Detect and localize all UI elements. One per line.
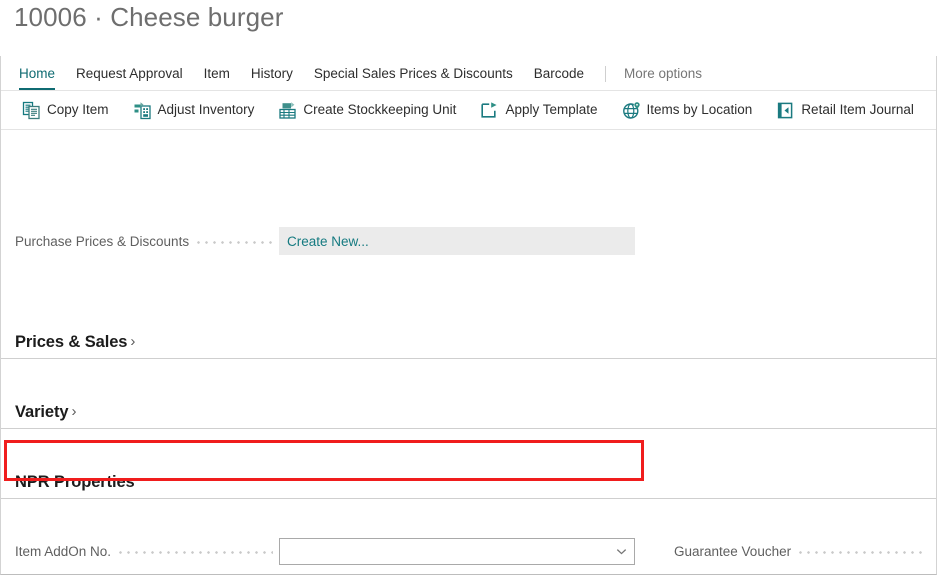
field-label: Guarantee Voucher xyxy=(674,543,792,559)
leader-dots xyxy=(799,544,924,558)
nav-tabs: Home Request Approval Item History Speci… xyxy=(1,56,936,91)
page-frame: Home Request Approval Item History Speci… xyxy=(0,56,937,575)
copy-item-icon xyxy=(22,101,41,120)
item-card-page: 10006 · Cheese burger Home Request Appro… xyxy=(0,0,937,575)
npr-right-column: Guarantee Voucher No Print on Reciept Ti… xyxy=(674,532,924,575)
create-new-link[interactable]: Create New... xyxy=(287,234,369,249)
items-by-location-label: Items by Location xyxy=(646,102,753,117)
retail-item-journal-button[interactable]: Retail Item Journal xyxy=(776,101,914,120)
tab-history[interactable]: History xyxy=(251,66,293,90)
section-npr-properties[interactable]: NPR Properties xyxy=(1,462,936,499)
tab-more-options[interactable]: More options xyxy=(624,66,702,90)
leader-dots xyxy=(119,545,273,558)
tab-item[interactable]: Item xyxy=(204,66,230,90)
field-label: Item AddOn No. xyxy=(15,544,112,559)
adjust-inventory-icon xyxy=(133,101,152,120)
adjust-inventory-label: Adjust Inventory xyxy=(157,102,255,117)
items-by-location-button[interactable]: Items by Location xyxy=(622,101,753,120)
field-rest-item-routing-profile: Rest. Item Routing Profile BBL-BURGER xyxy=(15,571,635,575)
section-prices-and-sales[interactable]: Prices & Sales › xyxy=(1,322,936,359)
chevron-right-icon: › xyxy=(130,333,136,350)
section-title: Prices & Sales xyxy=(15,333,128,351)
field-no-print-on-reciept[interactable]: No Print on Reciept xyxy=(674,570,924,575)
nav-divider xyxy=(605,66,607,82)
tab-request-approval[interactable]: Request Approval xyxy=(76,66,183,90)
adjust-inventory-button[interactable]: Adjust Inventory xyxy=(133,101,255,120)
npr-left-column: Item AddOn No. Rest. Item Routing Profil… xyxy=(15,532,635,575)
tab-home[interactable]: Home xyxy=(19,66,56,90)
section-title: Variety xyxy=(15,403,69,421)
tab-special-sales-prices-discounts[interactable]: Special Sales Prices & Discounts xyxy=(314,66,513,90)
purchase-prices-label: Purchase Prices & Discounts xyxy=(15,233,190,249)
section-title: NPR Properties xyxy=(15,473,135,491)
page-title: 10006 · Cheese burger xyxy=(14,2,284,32)
apply-template-icon xyxy=(480,101,499,120)
field-guarantee-voucher[interactable]: Guarantee Voucher xyxy=(674,532,924,570)
copy-item-label: Copy Item xyxy=(47,102,109,117)
apply-template-button[interactable]: Apply Template xyxy=(480,101,598,120)
chevron-right-icon: › xyxy=(71,403,77,420)
purchase-prices-create-new-field[interactable]: Create New... xyxy=(279,227,635,255)
action-toolbar: Copy Item Adjust Inventory Create Stockk… xyxy=(1,91,936,130)
create-stockkeeping-unit-button[interactable]: Create Stockkeeping Unit xyxy=(278,101,456,120)
retail-item-journal-icon xyxy=(776,101,795,120)
items-by-location-icon xyxy=(622,101,641,120)
item-addon-no-input[interactable] xyxy=(279,538,635,565)
field-item-addon-no: Item AddOn No. xyxy=(15,532,635,571)
copy-item-button[interactable]: Copy Item xyxy=(22,101,109,120)
retail-item-journal-label: Retail Item Journal xyxy=(801,102,914,117)
tab-barcode[interactable]: Barcode xyxy=(534,66,584,90)
create-stockkeeping-unit-label: Create Stockkeeping Unit xyxy=(303,102,457,117)
apply-template-label: Apply Template xyxy=(505,102,598,117)
create-stockkeeping-unit-icon xyxy=(278,101,297,120)
purchase-prices-row: Purchase Prices & Discounts Create New..… xyxy=(15,222,635,260)
leader-dots xyxy=(197,234,273,248)
chevron-down-icon[interactable] xyxy=(608,539,634,564)
section-variety[interactable]: Variety › xyxy=(1,392,936,429)
